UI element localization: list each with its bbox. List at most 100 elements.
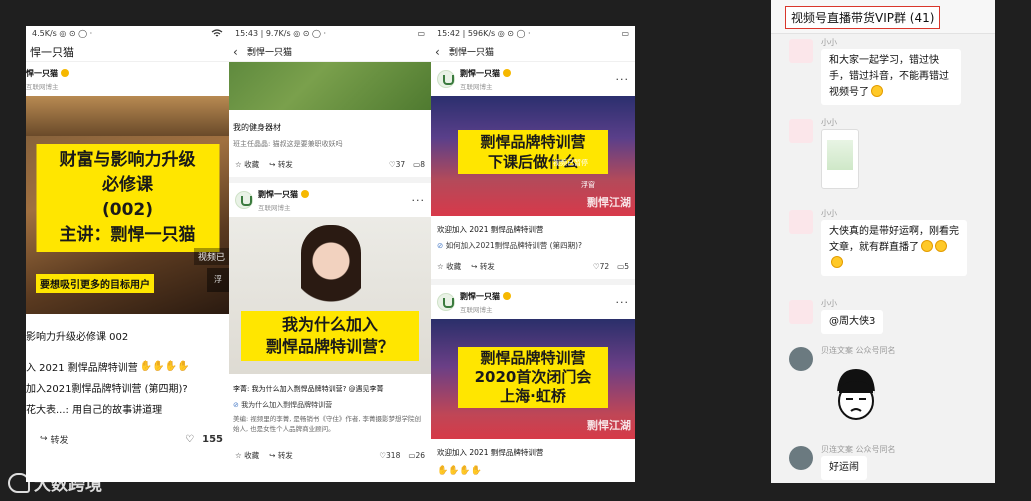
author-name: 剽悍一只猫 — [460, 68, 511, 79]
author-name-text: 悍一只猫 — [26, 68, 58, 78]
like-button[interactable]: ♡ 155 — [185, 434, 223, 445]
author-avatar[interactable] — [437, 70, 455, 88]
star-icon: ☆ — [235, 450, 242, 460]
screenshot-stage: 4.5K/s ◎ ⊙ ◯ · 悍一只猫 悍一只猫 互联网博主 财富与影响力升级 … — [0, 0, 1031, 501]
share-button[interactable]: ↪ 转发 — [269, 159, 293, 170]
verified-badge-icon — [503, 292, 511, 300]
nav-title: 悍一只猫 — [30, 45, 74, 59]
brand-watermark: 剽悍江湖 — [587, 196, 631, 209]
author-name: 悍一只猫 — [26, 68, 69, 79]
status-text: 15:42 | 596K/s ◎ ⊙ ◯ · — [437, 29, 531, 38]
action-row: ☆ 收藏 ↪ 转发 ♡37 ▭8 — [229, 155, 431, 173]
star-icon: ☆ — [437, 261, 444, 271]
like-button[interactable]: ♡318 — [379, 451, 400, 460]
author-name-text: 剽悍一只猫 — [460, 291, 500, 301]
image-message[interactable] — [821, 129, 859, 189]
back-icon[interactable]: ‹ — [233, 45, 247, 59]
author-row[interactable]: 剽悍一只猫 互联网博主 ··· — [229, 183, 431, 217]
user-avatar[interactable] — [789, 119, 813, 143]
grass-photo[interactable] — [229, 62, 431, 110]
share-icon: ↪ — [269, 159, 276, 169]
author-row[interactable]: 悍一只猫 互联网博主 — [26, 62, 229, 96]
video-banner[interactable]: 剽悍品牌特训营 2020首次闭门会 上海·虹桥 剽悍江湖 — [431, 319, 635, 439]
more-icon[interactable]: ··· — [616, 296, 630, 309]
message-bubble[interactable]: 大侠真的是带好运啊，刚看完文章，就有群直播了 — [821, 220, 967, 276]
author-avatar[interactable] — [235, 191, 253, 209]
action-row: ☆ 收藏 ↪ 转发 ♡318 ▭26 — [229, 446, 431, 464]
post-link[interactable]: ⊘ 我为什么加入剽悍品牌特训营 — [229, 394, 431, 410]
action-row: ↪ 转发 ♡ 155 — [26, 430, 229, 448]
sticker-message[interactable] — [831, 365, 881, 425]
back-icon[interactable]: ‹ — [435, 45, 449, 59]
comment-count: 5 — [624, 261, 629, 271]
share-button[interactable]: ↪ 转发 — [40, 433, 69, 446]
chat-message: 贝连文案 公众号同名 — [789, 345, 989, 437]
post-title: 欢迎加入 2021 剽悍品牌特训营 — [437, 448, 544, 457]
battery-icon: ▭ — [417, 29, 425, 38]
favorite-button[interactable]: ☆ 收藏 — [235, 450, 259, 461]
user-avatar[interactable] — [789, 210, 813, 234]
heart-icon: ♡ — [388, 159, 396, 169]
sender-name: 小小 — [821, 209, 837, 218]
float-window-button[interactable]: 浮 — [207, 268, 229, 292]
comment-button[interactable]: ▭26 — [408, 451, 425, 460]
chat-title[interactable]: 视频号直播带货VIP群 (41) — [785, 6, 941, 29]
fav-label: 收藏 — [244, 450, 260, 460]
like-button[interactable]: ♡37 — [389, 160, 405, 169]
float-window-button[interactable]: 浮窗 — [581, 180, 595, 190]
banner-title: 我为什么加入 剽悍品牌特训营？ — [241, 311, 419, 361]
author-row[interactable]: 剽悍一只猫 互联网博主 ··· — [431, 285, 635, 319]
more-icon[interactable]: ··· — [412, 194, 426, 207]
post-link[interactable]: ⊘ 如何加入2021剽悍品牌特训营 (第四期)? — [431, 235, 635, 251]
laugh-emoji-icon — [831, 256, 843, 268]
author-row[interactable]: 剽悍一只猫 互联网博主 ··· — [431, 62, 635, 96]
sender-name: 小小 — [821, 299, 837, 308]
float-label: 浮 — [214, 275, 222, 284]
laugh-emoji-icon — [935, 240, 947, 252]
comment-count: 26 — [415, 450, 425, 460]
user-avatar[interactable] — [789, 39, 813, 63]
heart-icon: ♡ — [592, 261, 600, 271]
message-bubble[interactable]: 和大家一起学习，错过快手，错过抖音，不能再错过视频号了 — [821, 49, 961, 105]
favorite-button[interactable]: ☆ 收藏 — [235, 159, 259, 170]
user-avatar[interactable] — [789, 446, 813, 470]
post-link-text[interactable]: 如何加入2021剽悍品牌特训营 (第四期)? — [446, 241, 582, 250]
watermark-logo-icon — [8, 472, 30, 493]
share-button[interactable]: ↪ 转发 — [269, 450, 293, 461]
status-text: 15:43 | 9.7K/s ◎ ⊙ ◯ · — [235, 29, 327, 38]
post-link[interactable]: 加入2021剽悍品牌特训营 (第四期)? — [26, 374, 229, 395]
post-link-text[interactable]: 加入2021剽悍品牌特训营 (第四期)? — [26, 384, 188, 395]
comment-button[interactable]: ▭5 — [617, 262, 629, 271]
author-name-text: 剽悍一只猫 — [258, 189, 298, 199]
sender-name: 贝连文案 公众号同名 — [821, 346, 896, 355]
verified-badge-icon — [61, 69, 69, 77]
paused-overlay: 视频已暂停 — [553, 159, 588, 167]
status-bar: 4.5K/s ◎ ⊙ ◯ · — [26, 26, 229, 42]
video-banner[interactable]: 我为什么加入 剽悍品牌特训营？ — [229, 217, 431, 374]
comment-button[interactable]: ▭8 — [413, 160, 425, 169]
group-chat-panel: 视频号直播带货VIP群 (41) 小小 和大家一起学习，错过快手，错过抖音，不能… — [771, 0, 995, 483]
chat-message: 小小 和大家一起学习，错过快手，错过抖音，不能再错过视频号了 — [789, 37, 989, 107]
favorite-button[interactable]: ☆ 收藏 — [437, 261, 461, 272]
sender-name: 贝连文案 公众号同名 — [821, 445, 896, 454]
share-button[interactable]: ↪ 转发 — [471, 261, 495, 272]
message-bubble[interactable]: @周大侠3 — [821, 310, 884, 334]
nav-title: 剽悍一只猫 — [247, 48, 293, 58]
heart-icon: ♡ — [185, 433, 195, 445]
share-label: 转发 — [479, 261, 495, 271]
user-avatar[interactable] — [789, 347, 813, 371]
phone-screen-3: 15:42 | 596K/s ◎ ⊙ ◯ · ▭ ‹ 剽悍一只猫 剽悍一只猫 互… — [431, 26, 635, 482]
like-button[interactable]: ♡72 — [593, 262, 609, 271]
more-icon[interactable]: ··· — [616, 73, 630, 86]
author-avatar[interactable] — [437, 293, 455, 311]
post-link-text[interactable]: 我为什么加入剽悍品牌特训营 — [241, 401, 332, 409]
video-banner[interactable]: 剽悍品牌特训营 下课后做什么 视频已暂停 浮窗 剽悍江湖 — [431, 96, 635, 216]
message-bubble[interactable]: 好运闹 — [821, 456, 867, 480]
chat-message: 小小 @周大侠3 — [789, 298, 989, 338]
video-banner[interactable]: 财富与影响力升级 必修课 (002) 主讲：剽悍一只猫 视频已 要想吸引更多的目… — [26, 96, 229, 314]
share-icon: ↪ — [471, 261, 478, 271]
user-avatar[interactable] — [789, 300, 813, 324]
share-label: 转发 — [277, 159, 293, 169]
phone-screen-1: 4.5K/s ◎ ⊙ ◯ · 悍一只猫 悍一只猫 互联网博主 财富与影响力升级 … — [26, 26, 229, 482]
post-author-line: 李菁: 我为什么加入剽悍品牌特训营? @遇见李菁 — [233, 385, 384, 393]
